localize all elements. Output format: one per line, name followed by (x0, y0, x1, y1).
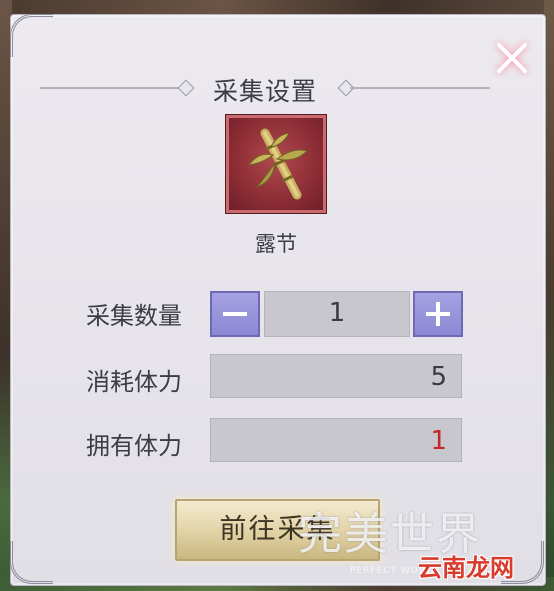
close-icon (497, 43, 527, 73)
stamina-owned-label: 拥有体力 (86, 432, 182, 460)
title-divider-right (350, 87, 490, 89)
title-row: 采集设置 (40, 70, 490, 106)
item-name: 露节 (255, 232, 297, 256)
quantity-label: 采集数量 (86, 302, 182, 330)
minus-icon (223, 312, 247, 316)
close-button[interactable] (488, 34, 536, 82)
stamina-cost-label: 消耗体力 (86, 368, 182, 396)
decrease-quantity-button[interactable] (210, 291, 260, 337)
plus-icon (426, 302, 450, 326)
corner-ornament-top-left (10, 14, 53, 57)
stamina-owned-value: 1 (210, 418, 462, 462)
item-slot[interactable] (226, 115, 326, 213)
site-watermark: 云南龙网 (418, 554, 514, 582)
dialog-title: 采集设置 (212, 77, 317, 106)
bamboo-icon (247, 128, 308, 200)
stamina-cost-value: 5 (210, 354, 462, 398)
quantity-input[interactable]: 1 (264, 291, 410, 337)
corner-ornament-bottom-left (10, 541, 53, 584)
increase-quantity-button[interactable] (413, 291, 463, 337)
